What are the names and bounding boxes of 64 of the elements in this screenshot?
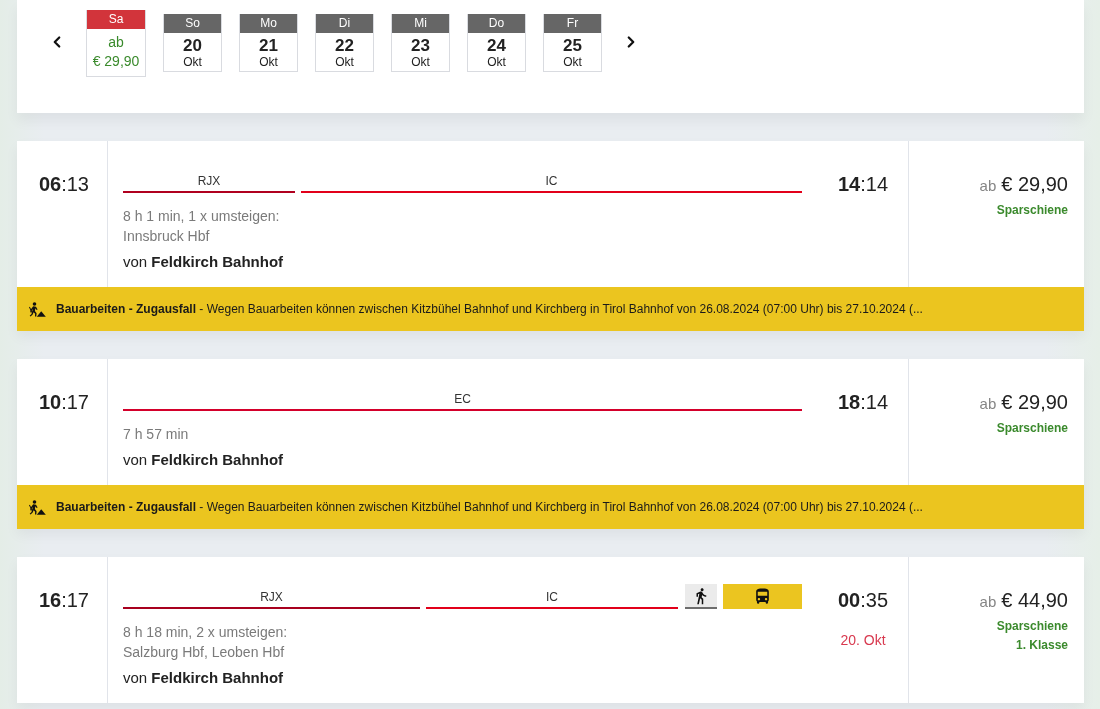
arrival-date: 20. Okt (840, 631, 886, 649)
notice-text[interactable]: Bauarbeiten - Zugausfall - Wegen Bauarbeiten können zwischen Kitzbühel Bahnhof und Kirchberg in Tirol Bahnhof von 26.08.2024 (07:00 Uhr) bis 27.10.2024 (... (56, 301, 923, 317)
day-price: € 29,90 (92, 52, 140, 71)
day-number: 23 (411, 36, 430, 55)
weekday-header: Fr (544, 14, 601, 33)
origin-station: von Feldkirch Bahnhof (123, 668, 285, 688)
duration-text: 8 h 18 min, 2 x umsteigen: (123, 623, 289, 642)
price-prefix: ab (979, 176, 997, 196)
weekday-header: Di (316, 14, 373, 33)
arrival-time: 14:14 (837, 172, 889, 196)
price-prefix: ab (979, 394, 997, 414)
duration-text: 7 h 57 min (123, 425, 190, 444)
month-label: Okt (411, 55, 430, 69)
weekday-header: So (164, 14, 221, 33)
price-amount: € 44,90 (1001, 588, 1068, 612)
weekday-header: Mi (392, 14, 449, 33)
departure-time: 16:17 (38, 589, 89, 611)
day-number: 22 (335, 36, 354, 55)
price-prefix: ab (979, 592, 997, 612)
tariff-label: Sparschiene (996, 202, 1068, 219)
train-label: IC (545, 174, 558, 188)
date-tile[interactable]: Sa ab € 29,90 (86, 10, 146, 77)
origin-station: von Feldkirch Bahnhof (123, 252, 285, 272)
date-tile[interactable]: Di 22 Okt (315, 14, 374, 72)
day-number: 24 (487, 36, 506, 55)
train-label: RJX (197, 174, 221, 188)
tariff-label: 1. Klasse (1015, 637, 1068, 654)
train-label: EC (454, 392, 471, 406)
notice-text[interactable]: Bauarbeiten - Zugausfall - Wegen Bauarbeiten können zwischen Kitzbühel Bahnhof und Kirchberg in Tirol Bahnhof von 26.08.2024 (07:00 Uhr) bis 27.10.2024 (... (56, 499, 923, 515)
transfer-stations: Innsbruck Hbf (123, 227, 211, 246)
arrival-time: 18:14 (837, 390, 889, 414)
month-label: Okt (259, 55, 278, 69)
construction-worker-icon (28, 499, 46, 515)
day-number: 20 (183, 36, 202, 55)
weekday-header: Sa (87, 10, 145, 29)
bus-icon (723, 584, 802, 609)
price-amount: € 29,90 (1001, 172, 1068, 196)
transfer-stations: Salzburg Hbf, Leoben Hbf (123, 643, 286, 662)
date-tile[interactable]: So 20 Okt (163, 14, 222, 72)
departure-time: 10:17 (38, 391, 89, 413)
month-label: Okt (335, 55, 354, 69)
construction-worker-icon (28, 301, 46, 317)
day-price-prefix: ab (108, 33, 124, 52)
duration-text: 8 h 1 min, 1 x umsteigen: (123, 207, 281, 226)
weekday-header: Mo (240, 14, 297, 33)
date-tile[interactable]: Mi 23 Okt (391, 14, 450, 72)
origin-station: von Feldkirch Bahnhof (123, 450, 285, 470)
month-label: Okt (563, 55, 582, 69)
walking-person-icon (685, 584, 717, 609)
day-number: 21 (259, 36, 278, 55)
train-label: RJX (260, 590, 283, 604)
date-tile[interactable]: Fr 25 Okt (543, 14, 602, 72)
arrival-time: 00:35 (837, 588, 889, 612)
price-amount: € 29,90 (1001, 390, 1068, 414)
departure-time: 06:13 (38, 173, 89, 195)
tariff-label: Sparschiene (996, 618, 1068, 635)
date-tile[interactable]: Do 24 Okt (467, 14, 526, 72)
tariff-label: Sparschiene (996, 420, 1068, 437)
train-label: IC (546, 590, 558, 604)
day-number: 25 (563, 36, 582, 55)
weekday-header: Do (468, 14, 525, 33)
month-label: Okt (487, 55, 506, 69)
month-label: Okt (183, 55, 202, 69)
date-tile[interactable]: Mo 21 Okt (239, 14, 298, 72)
